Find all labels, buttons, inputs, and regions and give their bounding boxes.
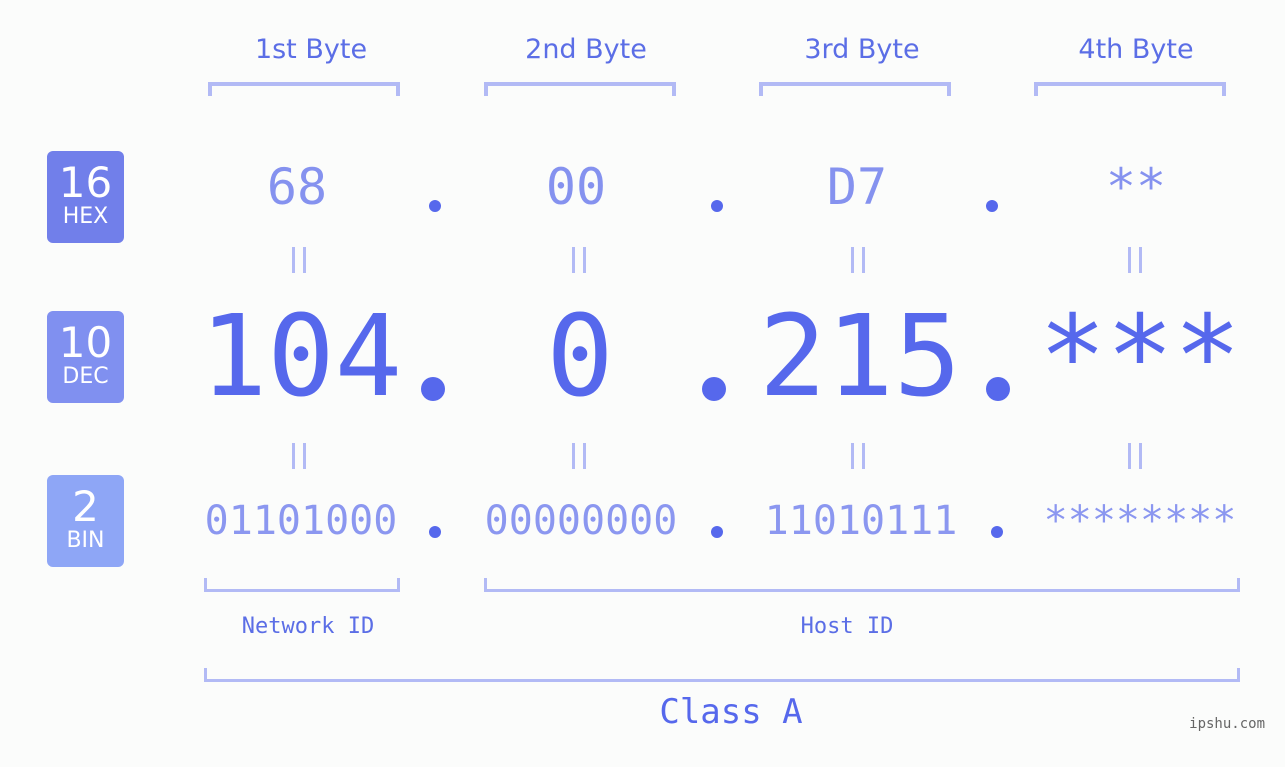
equals-marker — [851, 443, 865, 469]
hex-value-1: 68 — [266, 158, 328, 216]
dec-value-1: 104 — [199, 292, 403, 422]
byte-bracket-1 — [208, 82, 400, 96]
hex-badge-label: HEX — [62, 204, 109, 229]
hex-separator-dot — [711, 200, 723, 212]
hex-separator-dot — [429, 200, 441, 212]
hex-value-4: ** — [1105, 158, 1167, 216]
bin-separator-dot — [711, 526, 723, 538]
byte-bracket-4 — [1034, 82, 1226, 96]
dec-separator-dot — [986, 377, 1010, 401]
bin-value-4: ******** — [1043, 498, 1237, 544]
equals-marker — [572, 247, 586, 273]
dec-separator-dot — [702, 377, 726, 401]
equals-marker — [851, 247, 865, 273]
equals-marker — [292, 247, 306, 273]
bin-separator-dot — [991, 526, 1003, 538]
bin-separator-dot — [429, 526, 441, 538]
bin-value-2: 00000000 — [484, 498, 678, 544]
byte-header-3: 3rd Byte — [804, 34, 920, 65]
watermark: ipshu.com — [1189, 716, 1265, 732]
network-id-label: Network ID — [241, 614, 375, 639]
equals-marker — [1128, 443, 1142, 469]
dec-badge-number: 10 — [58, 318, 113, 367]
byte-header-4: 4th Byte — [1078, 34, 1194, 65]
class-bracket — [204, 668, 1240, 682]
equals-marker — [1128, 247, 1142, 273]
dec-value-4: *** — [1038, 292, 1242, 422]
host-id-bracket — [484, 578, 1240, 592]
hex-value-2: 00 — [545, 158, 607, 216]
bin-badge-number: 2 — [72, 482, 99, 531]
hex-badge: 16 HEX — [47, 151, 124, 243]
dec-value-3: 215 — [758, 292, 962, 422]
byte-bracket-2 — [484, 82, 676, 96]
byte-bracket-3 — [759, 82, 951, 96]
dec-badge-label: DEC — [62, 364, 109, 389]
equals-marker — [572, 443, 586, 469]
dec-value-2: 0 — [546, 292, 614, 422]
hex-separator-dot — [986, 200, 998, 212]
hex-value-3: D7 — [826, 158, 888, 216]
bin-badge-label: BIN — [66, 528, 105, 553]
byte-header-1: 1st Byte — [254, 34, 368, 65]
network-id-bracket — [204, 578, 400, 592]
byte-header-2: 2nd Byte — [525, 34, 647, 65]
hex-badge-number: 16 — [58, 158, 113, 207]
equals-marker — [292, 443, 306, 469]
bin-value-3: 11010111 — [764, 498, 958, 544]
dec-separator-dot — [421, 377, 445, 401]
class-label: Class A — [659, 692, 803, 732]
bin-value-1: 01101000 — [204, 498, 398, 544]
bin-badge: 2 BIN — [47, 475, 124, 567]
dec-badge: 10 DEC — [47, 311, 124, 403]
host-id-label: Host ID — [800, 614, 894, 639]
